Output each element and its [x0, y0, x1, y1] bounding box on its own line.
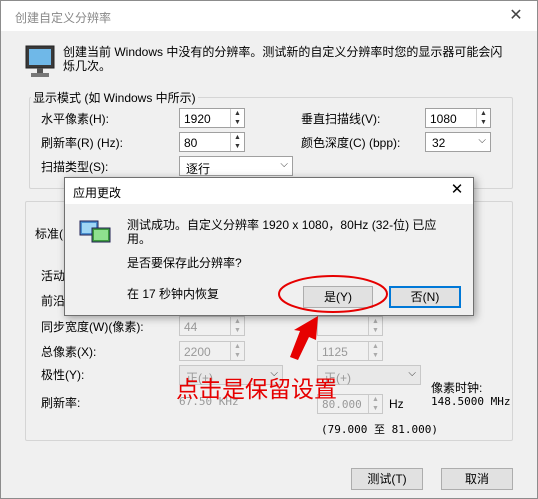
sync-width-label: 同步宽度(W)(像素): — [41, 320, 144, 334]
monitor-icon — [25, 45, 55, 77]
display-settings-icon — [79, 220, 111, 243]
apply-changes-dialog: 应用更改 ✕ 测试成功。自定义分辨率 1920 x 1080，80Hz (32-… — [64, 177, 474, 316]
vertical-lines-value: 1080 — [430, 112, 457, 126]
pixel-clock-value: 148.5000 MHz — [431, 395, 511, 408]
spin-down-icon[interactable]: ▼ — [369, 351, 382, 360]
total-pixels-v-value: 1125 — [322, 345, 348, 359]
color-depth-select[interactable]: 32 ⌵ — [425, 132, 491, 152]
spin-up-icon[interactable]: ▲ — [369, 395, 382, 404]
spin-down-icon[interactable]: ▼ — [369, 326, 382, 335]
active-label: 活动 — [41, 269, 66, 283]
vertical-lines-label: 垂直扫描线(V): — [301, 112, 381, 126]
main-close-button[interactable]: ✕ — [505, 5, 527, 27]
yes-button[interactable]: 是(Y) — [303, 286, 373, 308]
standard-label: 标准( — [35, 227, 63, 241]
pixel-clock-label: 像素时钟: — [431, 381, 483, 395]
spin-up-icon[interactable]: ▲ — [477, 109, 490, 118]
sync-width-v-spinner[interactable]: ▲ ▼ — [317, 316, 383, 336]
spin-up-icon[interactable]: ▲ — [231, 317, 244, 326]
refresh-rate-value: 80 — [184, 136, 198, 150]
refresh-range: (79.000 至 81.000) — [321, 423, 438, 436]
dialog-close-button[interactable]: ✕ — [447, 180, 467, 200]
spin-down-icon[interactable]: ▼ — [231, 142, 244, 151]
no-button[interactable]: 否(N) — [389, 286, 461, 308]
test-button[interactable]: 测试(T) — [351, 468, 423, 490]
chevron-down-icon: ⌵ — [408, 368, 416, 379]
spin-down-icon[interactable]: ▼ — [369, 404, 382, 413]
dialog-question: 是否要保存此分辨率? — [127, 256, 242, 270]
total-pixels-label: 总像素(X): — [41, 345, 97, 359]
spin-up-icon[interactable]: ▲ — [369, 342, 382, 351]
spin-up-icon[interactable]: ▲ — [231, 109, 244, 118]
total-pixels-h-spinner[interactable]: 2200 ▲ ▼ — [179, 341, 245, 361]
front-porch-label: 前沿 — [41, 294, 66, 308]
spin-down-icon[interactable]: ▼ — [231, 351, 244, 360]
window-title: 创建自定义分辨率 — [15, 11, 112, 25]
total-pixels-v-spinner[interactable]: 1125 ▲ ▼ — [317, 341, 383, 361]
horizontal-pixels-label: 水平像素(H): — [41, 112, 109, 126]
scan-type-label: 扫描类型(S): — [41, 160, 109, 174]
header-description: 创建当前 Windows 中没有的分辨率。测试新的自定义分辨率时您的显示器可能会… — [63, 45, 503, 73]
dialog-body: 测试成功。自定义分辨率 1920 x 1080，80Hz (32-位) 已应用。… — [65, 204, 473, 315]
refresh-rate-label: 刷新率(R) (Hz): — [41, 136, 123, 150]
spin-up-icon[interactable]: ▲ — [369, 317, 382, 326]
sync-width-h-spinner[interactable]: 44 ▲ ▼ — [179, 316, 245, 336]
refresh-unit: Hz — [389, 397, 404, 411]
revert-countdown: 在 17 秒钟内恢复 — [127, 287, 220, 301]
spin-down-icon[interactable]: ▼ — [231, 326, 244, 335]
vertical-lines-spinner[interactable]: 1080 ▲ ▼ — [425, 108, 491, 128]
chevron-down-icon: ⌵ — [478, 135, 486, 146]
spin-down-icon[interactable]: ▼ — [477, 118, 490, 127]
refresh-rate-spinner[interactable]: 80 ▲ ▼ — [179, 132, 245, 152]
spin-up-icon[interactable]: ▲ — [231, 342, 244, 351]
dialog-titlebar: 应用更改 ✕ — [65, 178, 473, 204]
spin-up-icon[interactable]: ▲ — [231, 133, 244, 142]
dialog-message: 测试成功。自定义分辨率 1920 x 1080，80Hz (32-位) 已应用。 — [127, 218, 437, 246]
chevron-down-icon: ⌵ — [280, 159, 288, 170]
sync-width-h-value: 44 — [184, 320, 198, 334]
refresh-label: 刷新率: — [41, 396, 81, 410]
scan-type-value: 逐行 — [186, 162, 211, 176]
polarity-label: 极性(Y): — [41, 368, 85, 382]
display-mode-legend: 显示模式 (如 Windows 中所示) — [31, 89, 198, 106]
horizontal-pixels-spinner[interactable]: 1920 ▲ ▼ — [179, 108, 245, 128]
cancel-button[interactable]: 取消 — [441, 468, 513, 490]
horizontal-pixels-value: 1920 — [184, 112, 211, 126]
color-depth-label: 颜色深度(C) (bpp): — [301, 136, 401, 150]
total-pixels-h-value: 2200 — [184, 345, 211, 359]
annotation-text: 点击是保留设置 — [176, 377, 337, 403]
scan-type-select[interactable]: 逐行 ⌵ — [179, 156, 293, 176]
spin-down-icon[interactable]: ▼ — [231, 118, 244, 127]
dialog-title: 应用更改 — [73, 186, 122, 200]
color-depth-value: 32 — [432, 136, 446, 150]
main-titlebar: 创建自定义分辨率 ✕ — [1, 1, 537, 31]
